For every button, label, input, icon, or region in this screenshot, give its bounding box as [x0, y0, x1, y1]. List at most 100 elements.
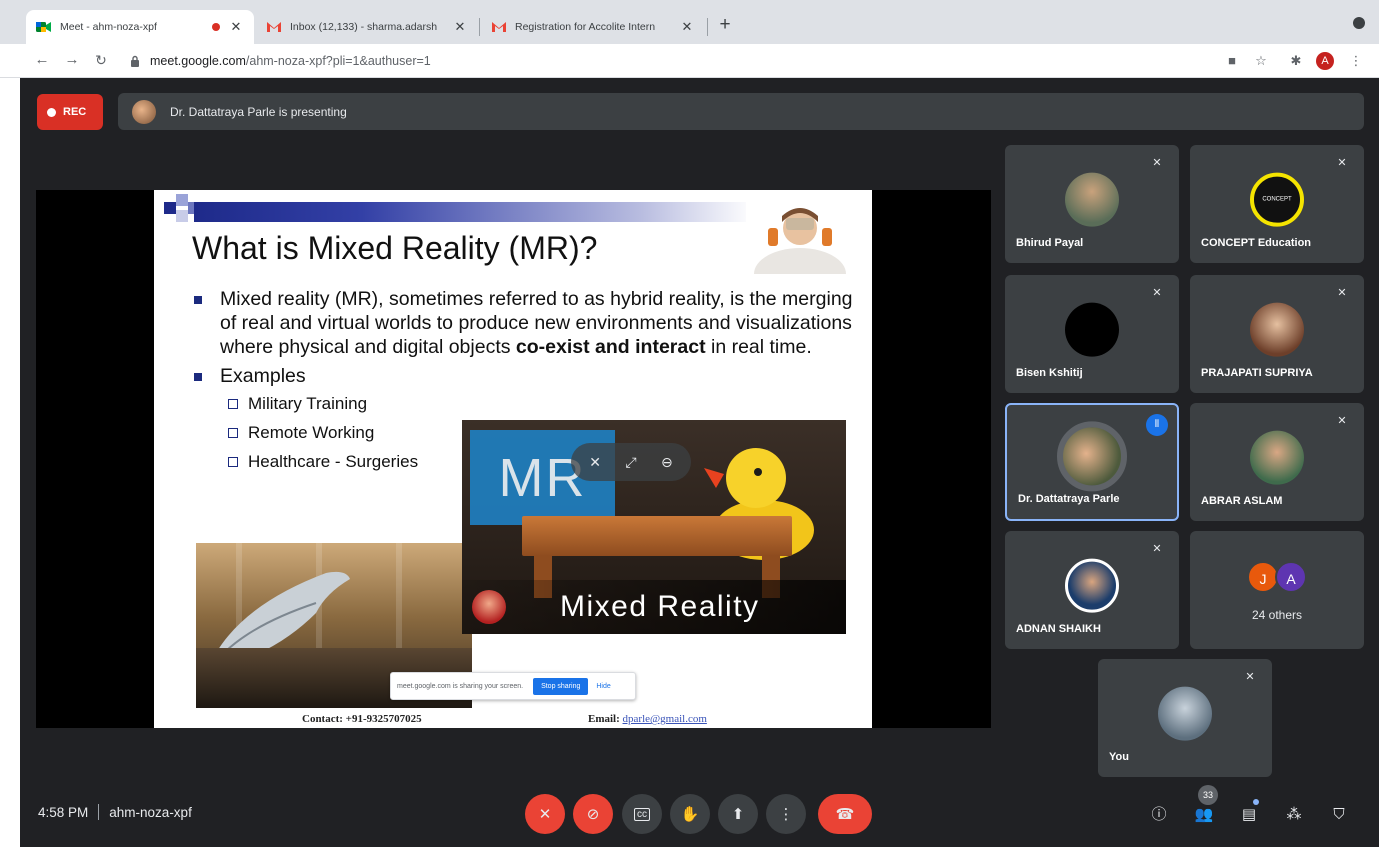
- meeting-info: 4:58 PM ahm-noza-xpf: [38, 804, 192, 820]
- camera-toggle-button[interactable]: ⊘: [573, 794, 613, 834]
- reload-icon[interactable]: ↻: [91, 50, 111, 70]
- mic-off-icon: ✕: [1245, 671, 1255, 683]
- expand-icon[interactable]: ⤢: [625, 454, 636, 471]
- close-icon[interactable]: ✕: [228, 19, 244, 35]
- people-icon: 👥: [1194, 806, 1214, 823]
- email-link[interactable]: dparle@gmail.com: [623, 713, 707, 725]
- activities-button[interactable]: ⁂: [1281, 802, 1307, 828]
- browser-tab-bar: Meet - ahm-noza-xpf ✕ Inbox (12,133) - s…: [0, 0, 1379, 44]
- shared-screen[interactable]: What is Mixed Reality (MR)? Mixed realit…: [36, 190, 991, 728]
- participant-tile[interactable]: ✕ ABRAR ASLAM: [1190, 403, 1364, 521]
- participant-name: PRAJAPATI SUPRIYA: [1201, 367, 1313, 379]
- browser-menu-icon[interactable]: [1353, 17, 1365, 29]
- vr-headset-photo: [746, 196, 854, 274]
- hollow-square-icon: [228, 427, 238, 438]
- avatar: [1065, 302, 1119, 357]
- people-button[interactable]: 👥: [1191, 802, 1217, 828]
- tab-title: Inbox (12,133) - sharma.adarsh: [290, 21, 438, 33]
- close-icon[interactable]: ✕: [679, 19, 695, 35]
- others-tile[interactable]: J A 24 others: [1190, 531, 1364, 649]
- avatar: [1057, 421, 1127, 492]
- mic-off-icon[interactable]: ✕: [589, 454, 601, 471]
- mr-avatar-icon: [472, 590, 506, 624]
- host-controls-button[interactable]: ⛉: [1326, 802, 1352, 828]
- participant-tile[interactable]: ✕ PRAJAPATI SUPRIYA: [1190, 275, 1364, 393]
- rec-label: REC: [63, 106, 87, 118]
- bookmark-star-icon[interactable]: ☆: [1251, 51, 1271, 71]
- participant-name: You: [1109, 751, 1129, 763]
- profile-avatar[interactable]: A: [1316, 52, 1334, 70]
- hollow-square-icon: [228, 398, 238, 409]
- record-dot-icon: [47, 107, 56, 117]
- avatar: [1250, 430, 1304, 485]
- mr-caption: Mixed Reality: [462, 580, 846, 634]
- tab-title: Registration for Accolite Intern: [515, 21, 656, 33]
- address-bar[interactable]: meet.google.com /ahm-noza-xpf?pli=1&auth…: [122, 48, 1212, 74]
- stop-sharing-button[interactable]: Stop sharing: [533, 677, 589, 695]
- minus-circle-icon[interactable]: ⊖: [661, 454, 673, 471]
- tab-gmail-inbox[interactable]: Inbox (12,133) - sharma.adarsh ✕: [256, 10, 478, 44]
- share-notice-text: meet.google.com is sharing your screen.: [397, 682, 524, 690]
- presenting-banner[interactable]: Dr. Dattatraya Parle is presenting: [118, 93, 1364, 130]
- new-tab-button[interactable]: +: [713, 14, 737, 36]
- mic-toggle-button[interactable]: ✕: [525, 794, 565, 834]
- present-button[interactable]: ⬆: [718, 794, 758, 834]
- participant-tile[interactable]: ✕ ADNAN SHAIKH: [1005, 531, 1179, 649]
- divider: [98, 804, 100, 820]
- meet-surface: REC Dr. Dattatraya Parle is presenting W…: [20, 78, 1379, 847]
- more-vert-icon: ⋮: [778, 806, 794, 823]
- hangup-icon: ☎: [835, 806, 855, 823]
- forward-arrow-icon[interactable]: →: [62, 50, 82, 70]
- participant-name: ADNAN SHAIKH: [1016, 623, 1101, 635]
- screen-share-notice: meet.google.com is sharing your screen. …: [390, 672, 636, 700]
- leave-call-button[interactable]: ☎: [818, 794, 872, 834]
- more-options-button[interactable]: ⋮: [766, 794, 806, 834]
- slide-decoration: [164, 202, 176, 214]
- chrome-menu-icon[interactable]: ⋮: [1346, 51, 1366, 71]
- meeting-details-button[interactable]: ⓘ: [1146, 802, 1172, 828]
- participant-tile[interactable]: ✕ Bisen Kshitij: [1005, 275, 1179, 393]
- chat-icon: ▤: [1241, 806, 1257, 823]
- avatar: [1250, 302, 1304, 357]
- recording-badge: REC: [37, 94, 103, 130]
- participant-name: ABRAR ASLAM: [1201, 495, 1283, 507]
- participant-tile[interactable]: ✕ Bhirud Payal: [1005, 145, 1179, 263]
- avatar: [1158, 686, 1212, 741]
- mic-off-icon: ✕: [1152, 287, 1162, 299]
- present-screen-icon: ⬆: [731, 806, 745, 823]
- tab-separator: [479, 18, 480, 36]
- slide-footer: Contact: +91-9325707025 Email: dparle@gm…: [154, 710, 872, 728]
- gmail-icon: [267, 22, 281, 32]
- participant-tile[interactable]: ✕ CONCEPT CONCEPT Education: [1190, 145, 1364, 263]
- raise-hand-button[interactable]: ✋: [670, 794, 710, 834]
- close-icon[interactable]: ✕: [452, 19, 468, 35]
- info-icon: ⓘ: [1151, 806, 1167, 823]
- bullet-text-bold: co-exist and interact: [515, 335, 706, 358]
- mic-off-icon: ✕: [538, 806, 552, 823]
- captions-button[interactable]: cc: [622, 794, 662, 834]
- wooden-table: [522, 516, 792, 556]
- slide-decoration: [176, 194, 188, 206]
- others-avatars: J A: [1247, 561, 1307, 593]
- url-host: meet.google.com: [150, 54, 246, 68]
- bullet-text: Examples: [220, 365, 306, 388]
- slide-decoration: [176, 210, 188, 222]
- contact-text: Contact: +91-9325707025: [302, 713, 422, 725]
- camera-in-use-icon[interactable]: ■: [1222, 51, 1242, 71]
- floating-pip-controls[interactable]: ✕ ⤢ ⊖: [571, 443, 691, 481]
- shield-icon: ⛉: [1333, 806, 1345, 823]
- tab-separator: [707, 18, 708, 36]
- hide-button[interactable]: Hide: [596, 683, 610, 690]
- avatar: A: [1275, 561, 1307, 593]
- bullet-item: Examples: [194, 365, 854, 389]
- participant-name: CONCEPT Education: [1201, 237, 1312, 249]
- chat-button[interactable]: ▤: [1236, 802, 1262, 828]
- back-arrow-icon[interactable]: ←: [32, 50, 52, 70]
- participant-tile-speaking[interactable]: ⦀ Dr. Dattatraya Parle: [1005, 403, 1179, 521]
- extensions-icon[interactable]: ✱: [1286, 51, 1306, 71]
- tab-gmail-registration[interactable]: Registration for Accolite Intern ✕: [481, 10, 705, 44]
- recording-indicator-icon: [212, 23, 220, 31]
- self-tile[interactable]: ✕ You: [1098, 659, 1272, 777]
- tab-meet[interactable]: Meet - ahm-noza-xpf ✕: [26, 10, 254, 44]
- mic-off-icon: ✕: [1337, 415, 1347, 427]
